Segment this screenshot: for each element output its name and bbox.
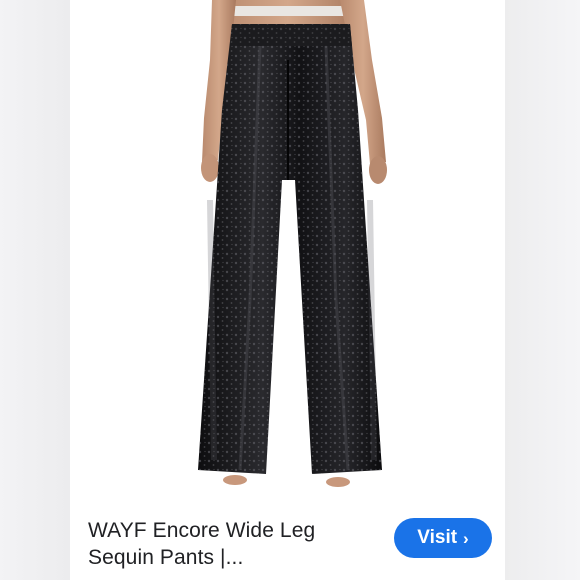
product-title-line-1: WAYF Encore Wide Leg [88,519,316,542]
image-result-view: WAYF Encore Wide Leg Sequin Pants |... V… [0,0,580,580]
product-title-line-2: Sequin Pants |... [88,546,244,569]
sequin-pants-illustration [198,0,387,487]
product-image[interactable] [90,0,485,503]
visit-button[interactable]: Visit › [394,518,492,558]
result-info-bar: WAYF Encore Wide Leg Sequin Pants |... V… [70,503,505,580]
result-card: WAYF Encore Wide Leg Sequin Pants |... V… [70,0,505,580]
visit-button-label: Visit [417,527,458,548]
chevron-right-icon: › [463,529,469,548]
next-result-edge[interactable] [505,0,580,580]
previous-result-edge[interactable] [0,0,70,580]
product-title[interactable]: WAYF Encore Wide Leg Sequin Pants |... [88,517,373,571]
